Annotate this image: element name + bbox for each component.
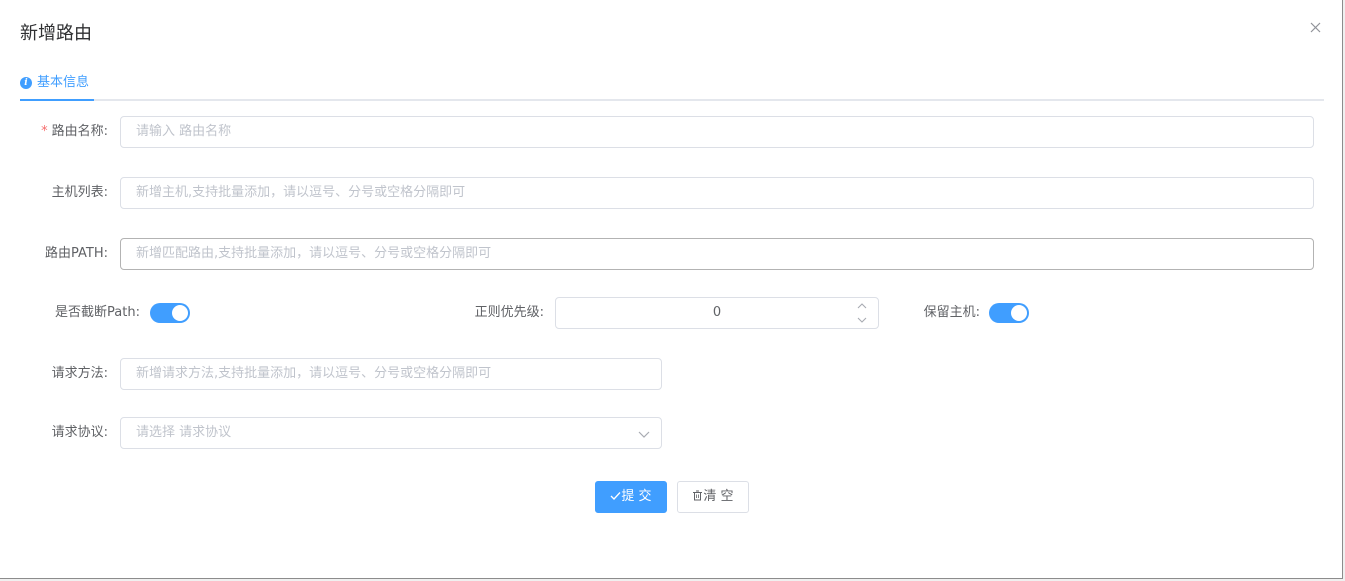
strip-path-switch[interactable] <box>150 303 190 323</box>
chevron-up-icon[interactable] <box>854 299 870 313</box>
switch-knob <box>1011 305 1027 321</box>
add-route-dialog: 新增路由 i 基本信息 * 路由名称: 请输入 路由名称 主机列表: 新增主机,支… <box>0 0 1343 579</box>
tab-bar: i 基本信息 <box>20 64 1324 101</box>
route-name-label: * 路由名称: <box>41 124 108 139</box>
info-icon: i <box>20 76 32 89</box>
request-methods-input[interactable]: 新增请求方法,支持批量添加，请以逗号、分号或空格分隔即可 <box>120 358 662 390</box>
chevron-down-icon[interactable] <box>854 313 870 327</box>
request-methods-label: 请求方法: <box>51 366 108 381</box>
request-protocols-label: 请求协议: <box>51 425 108 440</box>
regex-priority-label: 正则优先级: <box>474 305 544 320</box>
regex-priority-value: 0 <box>712 305 722 320</box>
route-path-label: 路由PATH: <box>45 246 108 261</box>
host-list-input[interactable]: 新增主机,支持批量添加，请以逗号、分号或空格分隔即可 <box>120 177 1314 209</box>
host-list-label: 主机列表: <box>51 185 108 200</box>
submit-button[interactable]: 提 交 <box>595 481 667 513</box>
tab-basic-info[interactable]: i 基本信息 <box>20 64 94 101</box>
preserve-host-label: 保留主机: <box>923 305 980 320</box>
delete-icon <box>693 490 703 501</box>
regex-priority-input[interactable]: 0 <box>555 297 879 329</box>
strip-path-label: 是否截断Path: <box>55 305 140 320</box>
close-icon[interactable] <box>1305 17 1325 37</box>
tab-label: 基本信息 <box>37 74 90 90</box>
preserve-host-switch[interactable] <box>989 303 1029 323</box>
request-protocols-select[interactable]: 请选择 请求协议 <box>120 417 662 449</box>
clear-button[interactable]: 清 空 <box>677 481 749 513</box>
select-placeholder: 请选择 请求协议 <box>136 425 232 440</box>
chevron-down-icon <box>638 431 650 438</box>
dialog-title: 新增路由 <box>20 23 92 44</box>
clear-label: 清 空 <box>703 489 734 504</box>
tab-active-indicator <box>20 99 94 101</box>
route-path-input[interactable]: 新增匹配路由,支持批量添加，请以逗号、分号或空格分隔即可 <box>120 238 1314 270</box>
switch-knob <box>172 305 188 321</box>
submit-label: 提 交 <box>621 489 652 504</box>
route-name-input[interactable]: 请输入 路由名称 <box>120 116 1314 148</box>
required-marker: * <box>41 124 48 139</box>
check-icon <box>610 492 621 500</box>
